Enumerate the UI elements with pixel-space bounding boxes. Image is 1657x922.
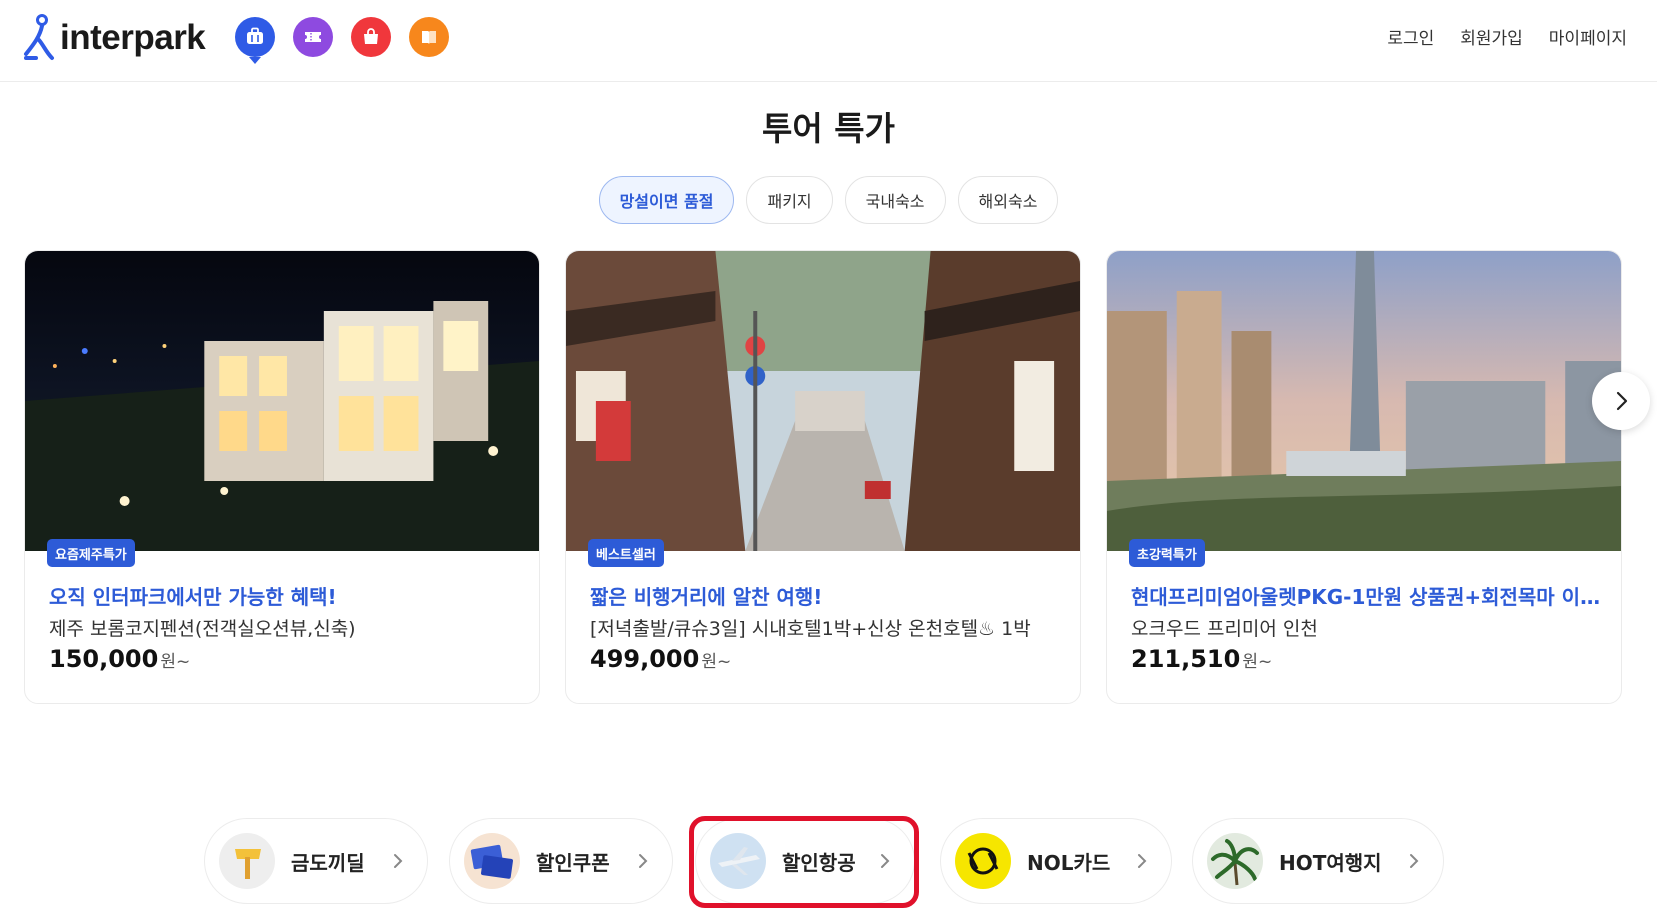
deal-badge: 초강력특가 [1129,539,1205,567]
quick-link-label: HOT여행지 [1279,851,1382,875]
deal-name: [저녁출발/큐슈3일] 시내호텔1박+신상 온천호텔♨ 1박 [590,618,1031,640]
chevron-right-icon [881,854,890,868]
tour-service-button[interactable] [235,17,275,64]
quick-link-label: NOL카드 [1027,851,1111,875]
chevron-right-icon [1410,854,1419,868]
deal-name: 제주 보롬코지펜션(전객실오션뷰,신축) [49,618,356,640]
price-value: 499,000 [590,645,700,673]
tab-overseas-stay[interactable]: 해외숙소 [957,176,1059,224]
tab-sellout[interactable]: 망설이면 품절 [598,176,735,224]
ticket-icon [305,32,321,42]
interpark-logo[interactable]: interpark [22,14,206,62]
quick-link-label: 금도끼딜 [291,851,365,875]
coupon-icon [464,833,520,889]
deal-name: 오크우드 프리미어 인천 [1131,618,1318,640]
quick-link-hot-destinations[interactable]: HOT여행지 [1192,818,1444,904]
interpark-logo-icon [24,14,54,60]
header: interpark 로그인 회원가입 마이페이지 [0,0,1657,82]
nol-card-icon [955,833,1011,889]
golden-axe-icon [219,833,275,889]
deal-subtitle: 현대프리미엄아울렛PKG-1만원 상품권+회전목마 이... [1131,585,1601,609]
active-indicator [249,57,261,64]
quick-link-label: 할인항공 [782,851,856,875]
palm-tree-icon [1207,833,1263,889]
chevron-right-icon [639,854,648,868]
deal-card[interactable]: 초강력특가 현대프리미엄아울렛PKG-1만원 상품권+회전목마 이... 오크우… [1106,250,1622,704]
price-unit: 원~ [1242,652,1273,672]
price-value: 150,000 [49,645,159,673]
ticket-service-button[interactable] [293,17,333,57]
signup-link[interactable]: 회원가입 [1460,24,1523,49]
deal-price: 150,000 원~ [49,645,190,673]
deal-subtitle: 오직 인터파크에서만 가능한 혜택! [49,585,337,609]
shopping-service-button[interactable] [351,17,391,57]
category-tabs: 망설이면 품절 패키지 국내숙소 해외숙소 [0,176,1657,224]
quick-link-nol-card[interactable]: NOL카드 [940,818,1172,904]
price-unit: 원~ [160,652,191,672]
carousel-next-button[interactable] [1592,372,1650,430]
shopping-bag-icon [364,28,378,44]
book-service-button[interactable] [409,17,449,57]
tab-domestic-stay[interactable]: 국내숙소 [844,176,946,224]
luggage-icon [247,27,263,44]
deal-badge: 베스트셀러 [588,539,664,567]
deal-card[interactable]: 베스트셀러 짧은 비행거리에 알찬 여행! [저녁출발/큐슈3일] 시내호텔1박… [565,250,1081,704]
chevron-right-icon [1616,391,1628,411]
section-title: 투어 특가 [762,109,895,148]
deal-price: 211,510 원~ [1131,645,1272,673]
deal-image [566,251,1080,551]
deal-badge: 요즘제주특가 [47,539,135,567]
chevron-right-icon [1138,854,1147,868]
quick-link-golden-axe-deal[interactable]: 금도끼딜 [204,818,428,904]
mypage-link[interactable]: 마이페이지 [1549,24,1627,49]
quick-link-discount-flight[interactable]: 할인항공 [695,818,915,904]
price-value: 211,510 [1131,645,1241,673]
top-nav: 로그인 회원가입 마이페이지 [1387,24,1627,49]
quick-link-discount-coupon[interactable]: 할인쿠폰 [449,818,673,904]
deal-image [25,251,539,551]
price-unit: 원~ [701,652,732,672]
logo-text: interpark [60,18,206,57]
quick-link-label: 할인쿠폰 [536,851,610,875]
deal-card[interactable]: 요즘제주특가 오직 인터파크에서만 가능한 혜택! 제주 보롬코지펜션(전객실오… [24,250,540,704]
chevron-right-icon [394,854,403,868]
airplane-icon [710,833,766,889]
deal-image [1107,251,1621,551]
book-icon [422,31,436,44]
deal-subtitle: 짧은 비행거리에 알찬 여행! [590,585,823,609]
deal-price: 499,000 원~ [590,645,731,673]
login-link[interactable]: 로그인 [1387,24,1434,49]
tab-package[interactable]: 패키지 [746,176,833,224]
